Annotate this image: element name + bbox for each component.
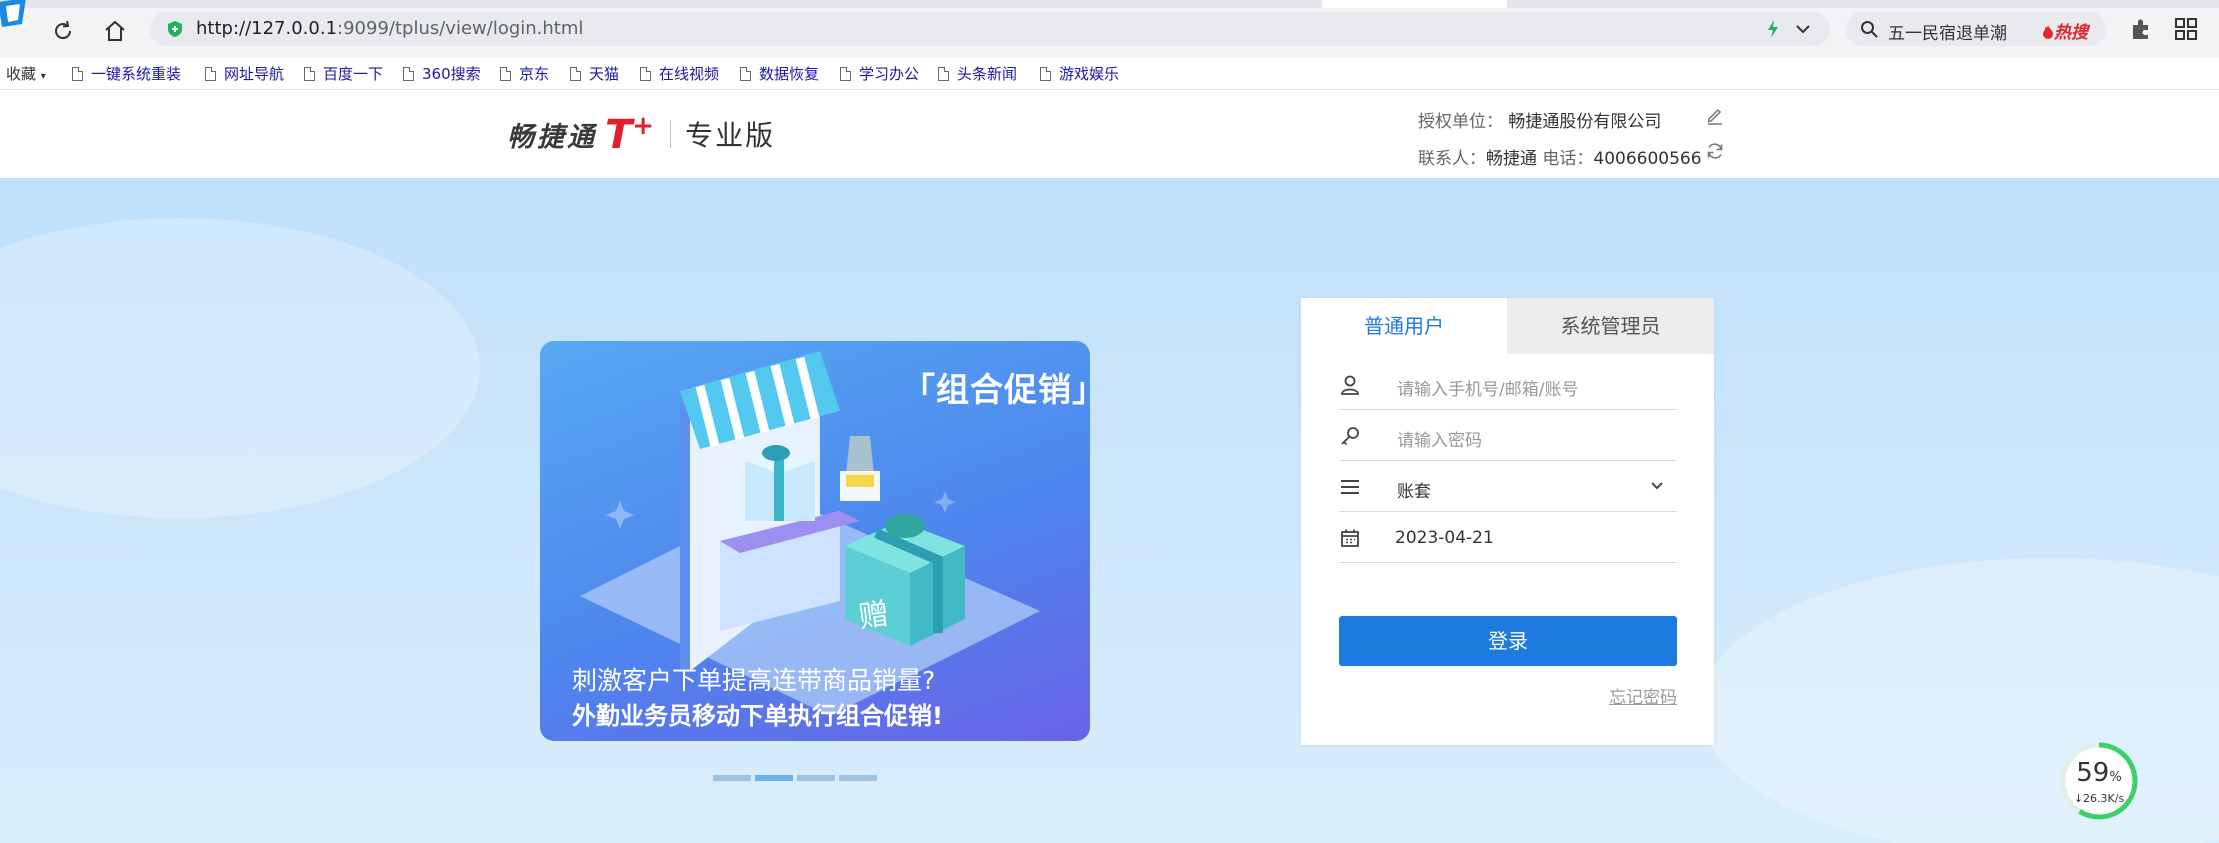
calendar-icon bbox=[1341, 529, 1359, 547]
logo-brand-text: 畅捷通 bbox=[507, 121, 597, 153]
reload-icon bbox=[55, 20, 72, 40]
apps-grid-icon[interactable] bbox=[2173, 16, 2199, 42]
hot-search-label: 热搜 bbox=[2042, 18, 2088, 43]
bookmark-item[interactable]: 在线视频 bbox=[640, 63, 719, 84]
chevron-down-icon[interactable] bbox=[1794, 20, 1812, 38]
page-icon bbox=[205, 66, 216, 81]
key-icon bbox=[1341, 427, 1359, 446]
bookmark-item[interactable]: 京东 bbox=[500, 63, 549, 84]
bookmark-item[interactable]: 数据恢复 bbox=[740, 63, 819, 84]
edit-icon[interactable] bbox=[1705, 105, 1725, 125]
banner-title: 「组合促销」 bbox=[902, 370, 1090, 409]
carousel-indicators bbox=[713, 775, 877, 781]
contact-info: 联系人：畅捷通 电话：4006600566 bbox=[1418, 149, 1702, 169]
extensions-puzzle-icon[interactable] bbox=[2128, 16, 2154, 42]
url-text: http://127.0.0.1:9099/tplus/view/login.h… bbox=[196, 18, 584, 39]
login-panel: 普通用户 系统管理员 请输入手机号/邮箱/账号 请输入密码 账套 2023-04… bbox=[1301, 298, 1714, 745]
forgot-password-link[interactable]: 忘记密码 bbox=[1609, 683, 1677, 708]
reload-button[interactable] bbox=[48, 16, 78, 46]
bookmark-item[interactable]: 学习办公 bbox=[840, 63, 919, 84]
bookmarks-bar: 收藏 ▾ 一键系统重装 网址导航 百度一下 360搜索 京东 天猫 在线视频 数… bbox=[0, 58, 2219, 90]
page-icon bbox=[304, 66, 315, 81]
password-input[interactable]: 请输入密码 bbox=[1397, 426, 1482, 451]
bookmark-item[interactable]: 头条新闻 bbox=[938, 63, 1017, 84]
login-date-value: 2023-04-21 bbox=[1395, 528, 1494, 548]
bookmark-item[interactable]: 360搜索 bbox=[403, 63, 481, 84]
tab-strip bbox=[0, 0, 2219, 8]
page-icon bbox=[403, 66, 414, 81]
home-button[interactable] bbox=[100, 16, 130, 46]
flame-icon bbox=[2043, 25, 2053, 39]
page-icon bbox=[938, 66, 949, 81]
user-icon bbox=[1341, 375, 1359, 395]
gift-label: 赠 bbox=[856, 597, 891, 636]
page-icon bbox=[72, 66, 83, 81]
logo-divider bbox=[670, 120, 672, 148]
licensed-org: 授权单位： 畅捷通股份有限公司 bbox=[1418, 112, 1662, 132]
tab-normal-user[interactable]: 普通用户 bbox=[1301, 298, 1507, 354]
list-icon bbox=[1341, 480, 1359, 494]
usage-percent: 59% bbox=[2076, 758, 2122, 788]
username-field[interactable]: 请输入手机号/邮箱/账号 bbox=[1339, 360, 1677, 410]
search-icon bbox=[1861, 21, 1878, 38]
page-icon bbox=[640, 66, 651, 81]
bookmark-item[interactable]: 网址导航 bbox=[205, 63, 284, 84]
chevron-down-icon[interactable] bbox=[1649, 478, 1665, 494]
password-field[interactable]: 请输入密码 bbox=[1339, 411, 1677, 461]
browser-toolbar: http://127.0.0.1:9099/tplus/view/login.h… bbox=[0, 0, 2219, 58]
network-speed-widget[interactable]: 59% ↓26.3K/s bbox=[2058, 740, 2140, 822]
banner-caption-line1: 刺激客户下单提高连带商品销量? bbox=[572, 666, 936, 695]
bookmark-item[interactable]: 游戏娱乐 bbox=[1040, 63, 1119, 84]
login-tabs: 普通用户 系统管理员 bbox=[1301, 298, 1714, 354]
carousel-dot[interactable] bbox=[713, 775, 751, 781]
product-logo: 畅捷通 T+ 专业版 bbox=[507, 111, 775, 157]
carousel-dot[interactable] bbox=[797, 775, 835, 781]
username-input[interactable]: 请输入手机号/邮箱/账号 bbox=[1397, 375, 1578, 400]
bookmark-item[interactable]: 天猫 bbox=[570, 63, 619, 84]
edition-label: 专业版 bbox=[685, 119, 776, 152]
address-bar[interactable]: http://127.0.0.1:9099/tplus/view/login.h… bbox=[150, 12, 1830, 46]
account-set-value: 账套 bbox=[1397, 482, 1431, 502]
promo-carousel-slide[interactable]: 赠 「组合促销」 刺激客户下单提高连带商品销量? 外勤业务员移动下单执行组合促销… bbox=[540, 341, 1090, 741]
site-header: 畅捷通 T+ 专业版 授权单位： 畅捷通股份有限公司 联系人：畅捷通 电话：40… bbox=[0, 91, 2219, 178]
page-icon bbox=[570, 66, 581, 81]
account-set-select[interactable]: 账套 bbox=[1339, 462, 1677, 512]
lightning-icon[interactable] bbox=[1766, 19, 1780, 39]
tab-system-admin[interactable]: 系统管理员 bbox=[1507, 298, 1714, 354]
page-icon bbox=[1040, 66, 1051, 81]
page-icon bbox=[840, 66, 851, 81]
banner-caption-line2: 外勤业务员移动下单执行组合促销! bbox=[572, 702, 943, 730]
search-suggestion: 五一民宿退单潮 bbox=[1888, 24, 2007, 44]
page-icon bbox=[740, 66, 751, 81]
bookmark-item[interactable]: 一键系统重装 bbox=[72, 63, 181, 84]
logo-tplus: T+ bbox=[605, 111, 655, 158]
refresh-icon[interactable] bbox=[1705, 141, 1725, 161]
browser-logo-icon bbox=[0, 0, 26, 27]
bookmark-item[interactable]: 百度一下 bbox=[304, 63, 383, 84]
page-icon bbox=[500, 66, 511, 81]
security-shield-icon bbox=[168, 21, 182, 37]
login-date-field[interactable]: 2023-04-21 bbox=[1339, 513, 1677, 563]
login-page-body: 赠 「组合促销」 刺激客户下单提高连带商品销量? 外勤业务员移动下单执行组合促销… bbox=[0, 178, 2219, 843]
browser-search-box[interactable]: 五一民宿退单潮 热搜 bbox=[1846, 12, 2106, 46]
login-button[interactable]: 登录 bbox=[1339, 616, 1677, 666]
favorites-menu[interactable]: 收藏 ▾ bbox=[6, 63, 46, 84]
home-icon bbox=[105, 20, 125, 41]
carousel-dot[interactable] bbox=[839, 775, 877, 781]
carousel-dot[interactable] bbox=[755, 775, 793, 781]
download-speed: ↓26.3K/s bbox=[2073, 792, 2125, 805]
